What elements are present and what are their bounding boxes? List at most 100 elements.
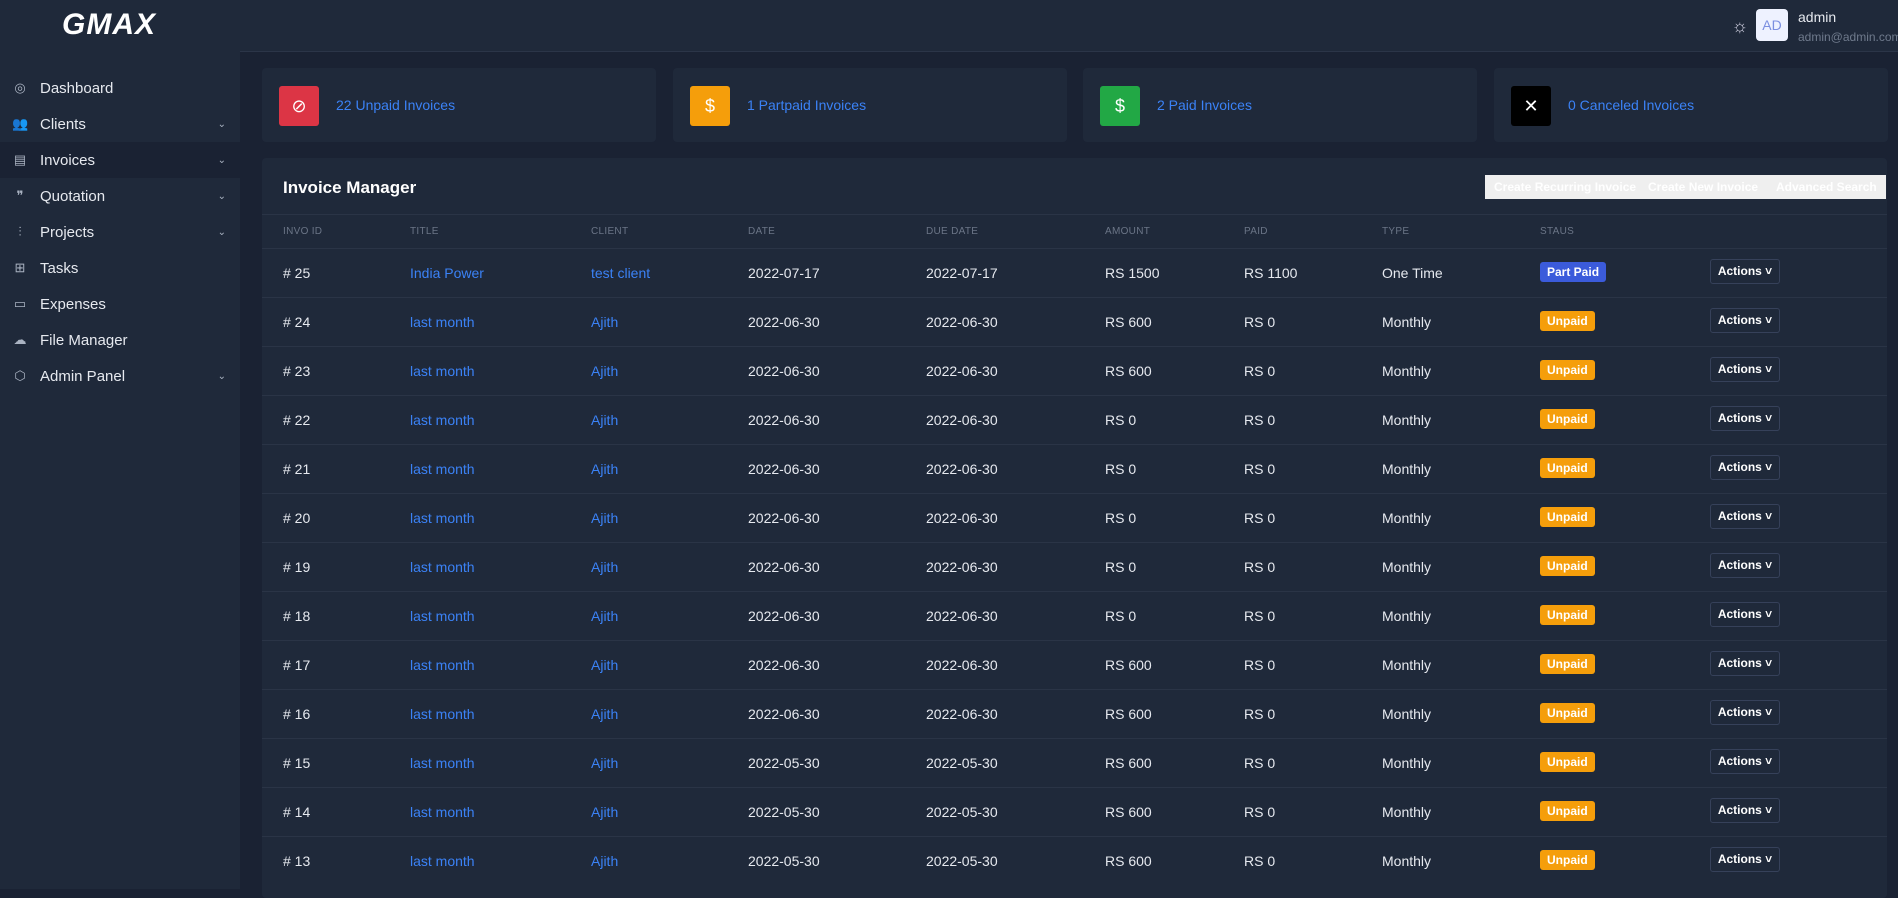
title-cell[interactable]: last month (410, 314, 475, 330)
column-header[interactable]: DUE DATE (926, 226, 978, 237)
actions-dropdown[interactable]: Actions ˅ (1710, 847, 1780, 872)
client-cell[interactable]: test client (591, 265, 650, 281)
type-cell: Monthly (1382, 461, 1432, 477)
actions-dropdown[interactable]: Actions ˅ (1710, 455, 1780, 480)
due-date-cell: 2022-05-30 (926, 804, 998, 820)
client-cell[interactable]: Ajith (591, 657, 618, 673)
type-cell: Monthly (1382, 804, 1432, 820)
actions-dropdown[interactable]: Actions ˅ (1710, 259, 1780, 284)
invoice-id-cell: # 23 (283, 363, 311, 379)
column-header[interactable]: INVO ID (283, 226, 322, 237)
table-row: # 17 last month Ajith 2022-06-30 2022-06-30 R… (262, 640, 1887, 689)
client-cell[interactable]: Ajith (591, 363, 618, 379)
status-badge: Unpaid (1540, 605, 1595, 625)
sidebar-item-file-manager[interactable]: ☁ File Manager (0, 322, 240, 358)
status-badge: Unpaid (1540, 703, 1595, 723)
client-cell[interactable]: Ajith (591, 461, 618, 477)
client-cell[interactable]: Ajith (591, 608, 618, 624)
actions-dropdown[interactable]: Actions ˅ (1710, 749, 1780, 774)
column-header[interactable]: TYPE (1382, 226, 1409, 237)
date-cell: 2022-07-17 (748, 265, 820, 281)
actions-dropdown[interactable]: Actions ˅ (1710, 504, 1780, 529)
theme-toggle-icon[interactable]: ☼ (1732, 16, 1749, 37)
column-header[interactable]: TITLE (410, 226, 439, 237)
sidebar-item-projects[interactable]: ⫶ Projects ⌄ (0, 214, 240, 250)
sidebar-item-admin-panel[interactable]: ⬡ Admin Panel ⌄ (0, 358, 240, 394)
status-badge: Unpaid (1540, 801, 1595, 821)
title-cell[interactable]: last month (410, 559, 475, 575)
date-cell: 2022-06-30 (748, 608, 820, 624)
canceled-invoices-link[interactable]: 0 Canceled Invoices (1568, 97, 1694, 113)
client-cell[interactable]: Ajith (591, 412, 618, 428)
sidebar-item-clients[interactable]: 👥 Clients ⌄ (0, 106, 240, 142)
invoice-id-cell: # 14 (283, 804, 311, 820)
paid-invoices-link[interactable]: 2 Paid Invoices (1157, 97, 1252, 113)
create-new-invoice-button[interactable]: Create New Invoice (1639, 175, 1768, 199)
due-date-cell: 2022-06-30 (926, 657, 998, 673)
sidebar-item-dashboard[interactable]: ◎ Dashboard (0, 70, 240, 106)
chevron-down-icon: ⌄ (217, 226, 226, 238)
type-cell: Monthly (1382, 657, 1432, 673)
paid-cell: RS 0 (1244, 657, 1276, 673)
actions-dropdown[interactable]: Actions ˅ (1710, 406, 1780, 431)
title-cell[interactable]: India Power (410, 265, 484, 281)
amount-cell: RS 0 (1105, 510, 1137, 526)
client-cell[interactable]: Ajith (591, 804, 618, 820)
avatar[interactable]: AD (1756, 9, 1788, 41)
title-cell[interactable]: last month (410, 804, 475, 820)
document-icon: ▤ (13, 152, 27, 167)
client-cell[interactable]: Ajith (591, 706, 618, 722)
title-cell[interactable]: last month (410, 363, 475, 379)
actions-dropdown[interactable]: Actions ˅ (1710, 357, 1780, 382)
actions-dropdown[interactable]: Actions ˅ (1710, 651, 1780, 676)
date-cell: 2022-05-30 (748, 853, 820, 869)
chevron-down-icon: ⌄ (217, 154, 226, 166)
sidebar-nav: ◎ Dashboard 👥 Clients ⌄ ▤ Invoices ⌄ ❞ Quotation ⌄… (0, 70, 240, 394)
client-cell[interactable]: Ajith (591, 559, 618, 575)
actions-dropdown[interactable]: Actions ˅ (1710, 602, 1780, 627)
title-cell[interactable]: last month (410, 706, 475, 722)
title-cell[interactable]: last month (410, 657, 475, 673)
column-header[interactable]: AMOUNT (1105, 226, 1150, 237)
sidebar-item-tasks[interactable]: ⊞ Tasks (0, 250, 240, 286)
unpaid-invoices-link[interactable]: 22 Unpaid Invoices (336, 97, 455, 113)
client-cell[interactable]: Ajith (591, 510, 618, 526)
title-cell[interactable]: last month (410, 755, 475, 771)
advanced-search-button[interactable]: Advanced Search (1767, 175, 1886, 199)
title-cell[interactable]: last month (410, 510, 475, 526)
actions-dropdown[interactable]: Actions ˅ (1710, 700, 1780, 725)
tasks-icon: ⊞ (14, 260, 26, 275)
sidebar-item-quotation[interactable]: ❞ Quotation ⌄ (0, 178, 240, 214)
title-cell[interactable]: last month (410, 461, 475, 477)
column-header[interactable]: STAUS (1540, 226, 1574, 237)
client-cell[interactable]: Ajith (591, 755, 618, 771)
title-cell[interactable]: last month (410, 608, 475, 624)
due-date-cell: 2022-06-30 (926, 510, 998, 526)
date-cell: 2022-05-30 (748, 755, 820, 771)
title-cell[interactable]: last month (410, 412, 475, 428)
date-cell: 2022-06-30 (748, 363, 820, 379)
partpaid-invoices-link[interactable]: 1 Partpaid Invoices (747, 97, 866, 113)
column-header[interactable]: DATE (748, 226, 775, 237)
column-header[interactable]: CLIENT (591, 226, 628, 237)
actions-dropdown[interactable]: Actions ˅ (1710, 308, 1780, 333)
table-row: # 23 last month Ajith 2022-06-30 2022-06-30 R… (262, 346, 1887, 395)
date-cell: 2022-06-30 (748, 559, 820, 575)
column-header[interactable]: PAID (1244, 226, 1268, 237)
sidebar-item-expenses[interactable]: ▭ Expenses (0, 286, 240, 322)
date-cell: 2022-05-30 (748, 804, 820, 820)
client-cell[interactable]: Ajith (591, 314, 618, 330)
sidebar-item-label: Quotation (40, 187, 106, 205)
status-badge: Unpaid (1540, 311, 1595, 331)
sidebar-item-label: Tasks (40, 259, 79, 277)
logo[interactable]: GMAX (62, 8, 156, 42)
date-cell: 2022-06-30 (748, 657, 820, 673)
sidebar-item-invoices[interactable]: ▤ Invoices ⌄ (0, 142, 240, 178)
sidebar-item-label: Dashboard (40, 79, 114, 97)
actions-dropdown[interactable]: Actions ˅ (1710, 553, 1780, 578)
title-cell[interactable]: last month (410, 853, 475, 869)
create-recurring-invoice-button[interactable]: Create Recurring Invoice (1485, 175, 1646, 199)
client-cell[interactable]: Ajith (591, 853, 618, 869)
actions-dropdown[interactable]: Actions ˅ (1710, 798, 1780, 823)
canceled-invoices-card: ✕ 0 Canceled Invoices (1494, 68, 1888, 142)
